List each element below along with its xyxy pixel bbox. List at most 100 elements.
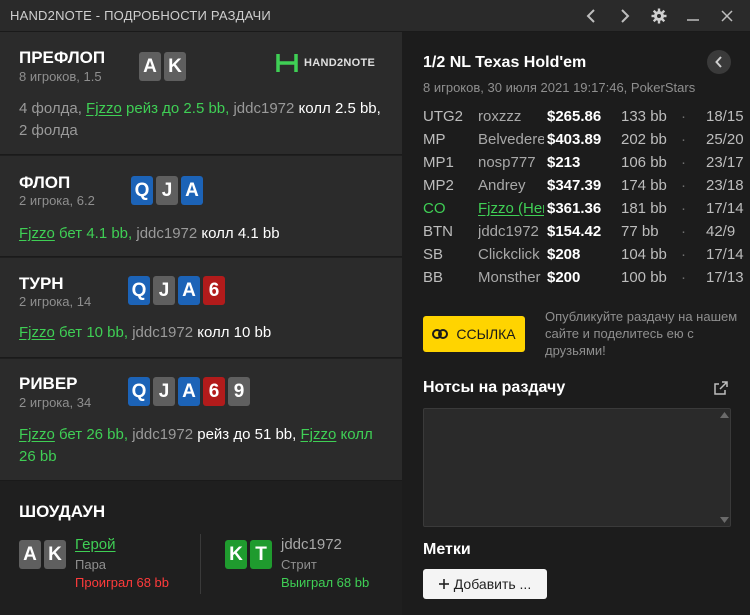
hero-showdown-result: Проиграл 68 bb bbox=[75, 575, 169, 590]
player-link[interactable]: Fjzzo bbox=[86, 100, 122, 117]
gear-icon bbox=[651, 8, 667, 24]
separator-dot: · bbox=[681, 131, 686, 148]
scroll-down-icon bbox=[720, 517, 729, 523]
player-row: MP2 Andrey $347.39 174 bb · 23/18 bbox=[423, 177, 744, 200]
preflop-label: ПРЕФЛОП bbox=[19, 48, 106, 67]
add-tag-label: Добавить ... bbox=[453, 576, 532, 592]
card: K bbox=[44, 540, 66, 569]
link-icon bbox=[432, 329, 449, 339]
player-row: SB Clickclick $208 104 bb · 17/14 bbox=[423, 246, 744, 269]
player-position: MP1 bbox=[423, 154, 454, 171]
player-link[interactable]: Fjzzo bbox=[301, 426, 337, 443]
logo-text: HAND2NOTE bbox=[304, 57, 376, 69]
villain-showdown-cards: K T bbox=[225, 540, 272, 569]
scroll-up-icon bbox=[720, 412, 729, 418]
player-link[interactable]: Fjzzo bbox=[19, 225, 55, 242]
player-stack-bb: 202 bb bbox=[621, 131, 667, 148]
player-stats: 18/15 bbox=[706, 108, 744, 125]
action-text: рейз до 51 bb, bbox=[193, 426, 301, 443]
card: Q bbox=[128, 377, 150, 406]
player-stack: $154.42 bbox=[547, 223, 602, 240]
showdown-divider bbox=[200, 534, 201, 594]
share-link-button[interactable]: ССЫЛКА bbox=[423, 316, 525, 352]
player-name-link[interactable]: Fjzzo (Hero) bbox=[478, 200, 544, 217]
card: A bbox=[19, 540, 41, 569]
separator-dot: · bbox=[681, 200, 686, 217]
player-name: nosp777 bbox=[478, 154, 536, 171]
open-external-button[interactable] bbox=[713, 380, 729, 401]
card: 9 bbox=[228, 377, 250, 406]
player-link[interactable]: Fjzzo bbox=[19, 426, 55, 443]
villain-showdown-name: jddc1972 bbox=[281, 536, 342, 553]
player-name: jddc1972 bbox=[132, 324, 194, 341]
player-row: MP1 nosp777 $213 106 bb · 23/17 bbox=[423, 154, 744, 177]
settings-button[interactable] bbox=[642, 0, 676, 32]
window-controls bbox=[574, 0, 744, 32]
minimize-button[interactable] bbox=[676, 0, 710, 32]
hand2note-logo-icon bbox=[276, 54, 298, 72]
card: A bbox=[181, 176, 203, 205]
action-text: колл 2.5 bb, bbox=[294, 100, 381, 117]
player-stats: 23/18 bbox=[706, 177, 744, 194]
notes-title: Нотсы на раздачу bbox=[423, 379, 566, 396]
player-stats: 17/14 bbox=[706, 200, 744, 217]
player-stack-bb: 106 bb bbox=[621, 154, 667, 171]
player-row-hero: CO Fjzzo (Hero) $361.36 181 bb · 17/14 bbox=[423, 200, 744, 223]
notes-textarea[interactable] bbox=[423, 408, 731, 527]
player-stats: 23/17 bbox=[706, 154, 744, 171]
card: Q bbox=[128, 276, 150, 305]
player-name: Andrey bbox=[478, 177, 526, 194]
player-name: Belvedere bbox=[478, 131, 544, 148]
flop-sub: 2 игрока, 6.2 bbox=[19, 193, 95, 208]
separator-dot: · bbox=[681, 246, 686, 263]
next-hand-button[interactable] bbox=[608, 0, 642, 32]
river-label: РИВЕР bbox=[19, 374, 78, 393]
player-stats: 25/20 bbox=[706, 131, 744, 148]
action-text: 2 фолда bbox=[19, 122, 78, 139]
back-button[interactable] bbox=[707, 50, 731, 74]
add-tag-button[interactable]: Добавить ... bbox=[423, 569, 547, 599]
preflop-actions: 4 фолда, Fjzzo рейз до 2.5 bb, jddc1972 … bbox=[19, 98, 389, 142]
action-text: колл 4.1 bb bbox=[197, 225, 280, 242]
player-link[interactable]: Fjzzo bbox=[19, 324, 55, 341]
showdown-label: ШОУДАУН bbox=[19, 502, 106, 521]
preflop-section: ПРЕФЛОП 8 игроков, 1.5 A K HAND2NOTE 4 ф… bbox=[0, 32, 402, 155]
river-sub: 2 игрока, 34 bbox=[19, 395, 92, 410]
action-text: рейз до 2.5 bb, bbox=[121, 100, 234, 117]
close-button[interactable] bbox=[710, 0, 744, 32]
flop-section: ФЛОП 2 игрока, 6.2 Q J A Fjzzo бет 4.1 b… bbox=[0, 156, 402, 257]
turn-sub: 2 игрока, 14 bbox=[19, 294, 92, 309]
player-name: Monsther bbox=[478, 269, 541, 286]
player-stack-bb: 77 bb bbox=[621, 223, 659, 240]
player-name: roxzzz bbox=[478, 108, 522, 125]
share-description: Опубликуйте раздачу на нашем сайте и под… bbox=[545, 309, 738, 358]
card: 6 bbox=[203, 276, 225, 305]
player-stack: $208 bbox=[547, 246, 581, 263]
info-panel: 1/2 NL Texas Hold'em 8 игроков, 30 июля … bbox=[402, 32, 750, 615]
player-stats: 17/14 bbox=[706, 246, 744, 263]
player-name: jddc1972 bbox=[136, 225, 198, 242]
player-stats: 42/9 bbox=[706, 223, 736, 240]
hero-showdown-hand: Пара bbox=[75, 557, 107, 572]
separator-dot: · bbox=[681, 223, 686, 240]
card: J bbox=[156, 176, 178, 205]
window-title: HAND2NOTE - ПОДРОБНОСТИ РАЗДАЧИ bbox=[10, 8, 271, 23]
hand2note-logo: HAND2NOTE bbox=[276, 52, 375, 74]
player-stack: $361.36 bbox=[547, 200, 602, 217]
player-stack: $347.39 bbox=[547, 177, 602, 194]
turn-label: ТУРН bbox=[19, 274, 64, 293]
minimize-icon bbox=[687, 19, 699, 21]
turn-section: ТУРН 2 игрока, 14 Q J A 6 Fjzzo бет 10 b… bbox=[0, 258, 402, 358]
player-position: MP2 bbox=[423, 177, 454, 194]
hero-showdown-name[interactable]: Герой bbox=[75, 536, 116, 553]
separator-dot: · bbox=[681, 177, 686, 194]
flop-actions: Fjzzo бет 4.1 bb, jddc1972 колл 4.1 bb bbox=[19, 223, 389, 245]
player-stack: $200 bbox=[547, 269, 581, 286]
river-actions: Fjzzo бет 26 bb, jddc1972 рейз до 51 bb,… bbox=[19, 424, 389, 468]
player-name: jddc1972 bbox=[233, 100, 295, 117]
player-position: BTN bbox=[423, 223, 453, 240]
player-position: MP bbox=[423, 131, 446, 148]
player-stack-bb: 133 bb bbox=[621, 108, 667, 125]
prev-hand-button[interactable] bbox=[574, 0, 608, 32]
player-row: BB Monsther $200 100 bb · 17/13 bbox=[423, 269, 744, 292]
